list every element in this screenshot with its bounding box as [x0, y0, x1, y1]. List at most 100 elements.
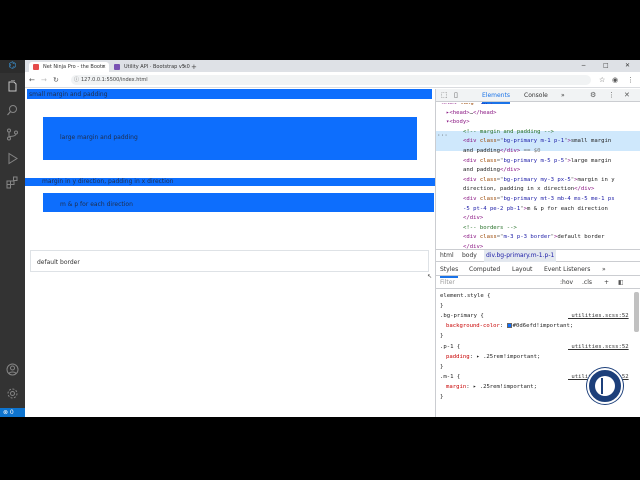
- profile-icon[interactable]: ◉: [612, 75, 618, 85]
- css-rule-text: element.style {: [440, 293, 491, 299]
- dom-node-line[interactable]: <div class="bg-primary m-5 p-5">large ma…: [463, 157, 611, 167]
- dom-node-line[interactable]: </div>: [463, 214, 483, 224]
- search-icon[interactable]: [6, 104, 19, 117]
- vscode-status-bar[interactable]: ⊗ 0: [0, 408, 25, 417]
- tab-bootstrap-utility-api[interactable]: Utility API · Bootstrap v5.0 ✕: [110, 62, 190, 72]
- more-style-tabs-button[interactable]: »: [602, 264, 606, 276]
- breadcrumb-body[interactable]: body: [462, 250, 477, 262]
- tab-event-listeners[interactable]: Event Listeners: [544, 264, 590, 276]
- dom-token: margin in y: [577, 176, 615, 183]
- dom-node-line[interactable]: ▸<head>…</head>: [446, 109, 497, 119]
- box-default-border: default border: [30, 250, 429, 272]
- tab-close-icon[interactable]: ✕: [102, 62, 106, 72]
- breadcrumb-selected-div[interactable]: div.bg-primary.m-1.p-1: [484, 250, 557, 262]
- dom-token: <div: [463, 196, 480, 202]
- css-rule-end[interactable]: }: [440, 302, 443, 311]
- source-control-icon[interactable]: [6, 128, 19, 141]
- maximize-button[interactable]: □: [603, 60, 609, 72]
- dom-tree: ··· <html lang="en"> ▸<head>…</head> ▾<bod…: [436, 103, 640, 249]
- css-rule-end[interactable]: }: [440, 393, 443, 402]
- css-property-name[interactable]: padding: [446, 354, 470, 360]
- breadcrumb-html[interactable]: html: [440, 250, 454, 262]
- css-rule-text: }: [440, 394, 444, 400]
- devtools-settings-gear-icon[interactable]: ⚙: [590, 89, 596, 102]
- dom-node-line[interactable]: ▾<body>: [446, 118, 470, 128]
- dom-node-line[interactable]: and padding</div>: [463, 166, 520, 176]
- sidebar-toggle-icon[interactable]: ◧: [618, 277, 624, 289]
- account-icon[interactable]: [6, 363, 19, 376]
- dom-node-line[interactable]: <!-- margin and padding -->: [463, 128, 554, 138]
- styles-filter-bar: Filter :hov .cls + ◧: [436, 277, 640, 289]
- bookmark-star-icon[interactable]: ☆: [599, 75, 605, 85]
- css-declaration[interactable]: background-color: #0d6efd!important;: [446, 322, 573, 331]
- css-property-value[interactable]: #0d6efd!important;: [513, 323, 574, 329]
- dom-token: class: [479, 138, 497, 145]
- new-tab-button[interactable]: +: [191, 62, 197, 72]
- mouse-cursor-icon: ↖: [427, 273, 433, 280]
- minimize-button[interactable]: −: [581, 60, 586, 72]
- tab-console[interactable]: Console: [524, 89, 548, 102]
- dom-node-line[interactable]: <div class="bg-primary my-3 px-5">margin…: [463, 176, 615, 186]
- back-arrow-icon[interactable]: ←: [29, 75, 35, 85]
- styles-scrollbar[interactable]: [634, 292, 639, 332]
- dom-token: -5 pt-4 pe-2 pb-1: [463, 205, 521, 212]
- close-window-button[interactable]: ✕: [625, 60, 630, 72]
- dom-token: <div: [463, 157, 480, 164]
- reload-icon[interactable]: ↻: [53, 75, 59, 85]
- more-tabs-button[interactable]: »: [561, 89, 565, 102]
- css-rule-text: .p-1 {: [440, 343, 461, 350]
- css-declaration[interactable]: padding: ▸ .25rem!important;: [446, 353, 540, 362]
- dom-node-line[interactable]: direction, padding in x direction</div>: [463, 185, 594, 195]
- dom-node-line[interactable]: <div class="m-3 p-3 border">default bord…: [463, 233, 605, 243]
- css-selector[interactable]: .p-1 { _utilities.scss:52: [440, 343, 629, 352]
- tab-elements[interactable]: Elements: [482, 89, 510, 104]
- tab-layout[interactable]: Layout: [512, 264, 532, 276]
- dom-node-line[interactable]: <div class="bg-primary mt-3 mb-4 ms-5 me…: [463, 195, 615, 205]
- css-rule-end[interactable]: }: [440, 332, 443, 341]
- styles-filter-input[interactable]: Filter: [440, 277, 455, 289]
- explorer-icon[interactable]: [6, 80, 19, 93]
- url-bar[interactable]: ⓘ 127.0.0.1:5500/index.html: [71, 75, 591, 85]
- dom-node-line[interactable]: -5 pt-4 pe-2 pb-1">m & p for each direct…: [463, 205, 608, 215]
- tab-computed[interactable]: Computed: [469, 264, 500, 276]
- info-icon[interactable]: ⓘ: [74, 75, 79, 85]
- css-source-link[interactable]: _utilities.scss:52: [568, 343, 629, 352]
- extensions-icon[interactable]: [6, 176, 19, 189]
- forward-arrow-icon[interactable]: →: [41, 75, 47, 85]
- tab-favicon-icon: [33, 64, 39, 70]
- logo-mark: [601, 378, 609, 394]
- dom-node-line[interactable]: and padding</div> == $0: [463, 147, 540, 157]
- dom-node-line[interactable]: <div class="bg-primary m-1 p-1">small ma…: [463, 137, 611, 147]
- url-text: 127.0.0.1:5500/index.html: [81, 77, 148, 83]
- settings-gear-icon[interactable]: [6, 387, 19, 400]
- dom-token: class: [479, 234, 497, 241]
- css-property-name[interactable]: background-color: [446, 323, 500, 329]
- css-property-value[interactable]: ▸ .25rem!important;: [473, 384, 537, 390]
- run-debug-icon[interactable]: [6, 152, 19, 165]
- menu-kebab-icon[interactable]: ⋮: [627, 75, 634, 85]
- css-rule-end[interactable]: }: [440, 363, 443, 372]
- css-selector[interactable]: .m-1 {_utilities.scss:52: [440, 373, 629, 382]
- css-selector[interactable]: element.style {: [440, 292, 491, 301]
- tab-favicon-icon: [114, 64, 120, 70]
- tab-net-ninja[interactable]: Net Ninja Pro - the Bootc ✕: [29, 62, 109, 72]
- class-toggle[interactable]: .cls: [582, 277, 592, 289]
- tab-styles[interactable]: Styles: [440, 264, 459, 278]
- css-property-name[interactable]: margin: [446, 384, 466, 390]
- new-rule-button[interactable]: +: [604, 277, 609, 289]
- css-source-link[interactable]: _utilities.scss:52: [568, 312, 629, 321]
- dom-token: <!-- borders -->: [463, 224, 517, 231]
- dom-node-line[interactable]: <!-- borders -->: [463, 224, 517, 234]
- css-declaration[interactable]: margin: ▸ .25rem!important;: [446, 383, 537, 392]
- inspect-element-icon[interactable]: ⬚: [441, 89, 448, 102]
- css-selector[interactable]: .bg-primary {_utilities.scss:52: [440, 312, 629, 321]
- devtools-menu-icon[interactable]: ⋮: [608, 89, 615, 102]
- devtools-close-icon[interactable]: ✕: [624, 89, 630, 102]
- tab-close-icon[interactable]: ✕: [183, 62, 187, 72]
- color-swatch-icon[interactable]: [506, 323, 512, 329]
- device-toggle-icon[interactable]: ▯: [454, 89, 458, 102]
- dom-token: default border: [557, 234, 605, 241]
- node-actions-ellipsis-icon[interactable]: ···: [437, 131, 448, 141]
- hover-state-toggle[interactable]: :hov: [560, 277, 573, 289]
- css-property-value[interactable]: ▸ .25rem!important;: [476, 354, 540, 360]
